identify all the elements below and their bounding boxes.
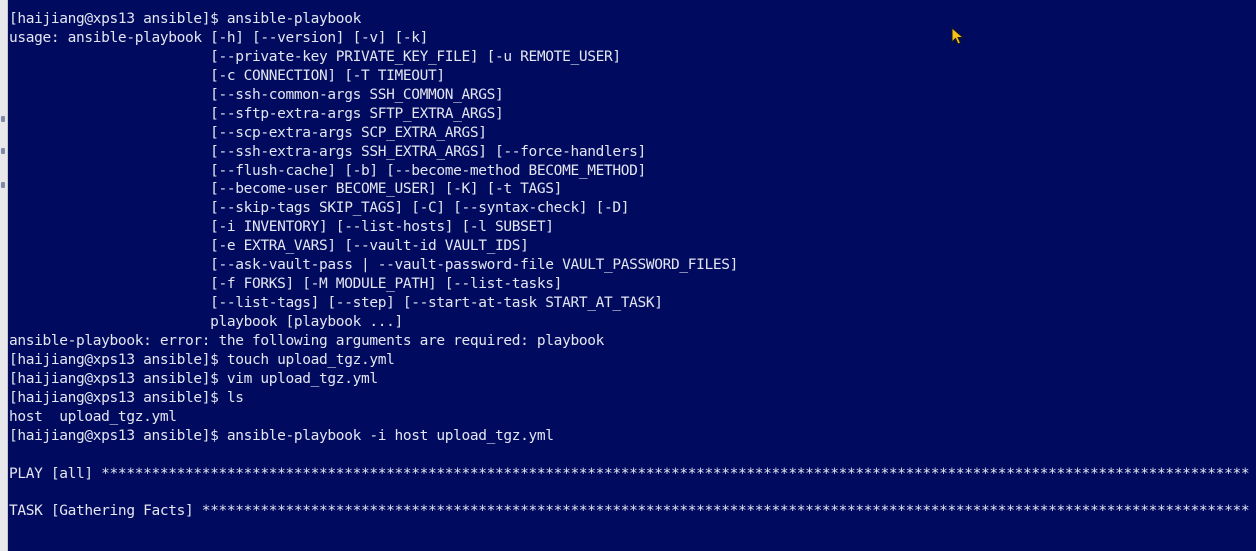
terminal-line: host upload_tgz.yml bbox=[9, 408, 177, 425]
edge-marker bbox=[1, 116, 5, 122]
terminal-line: TASK [Gathering Facts] *****************… bbox=[9, 503, 1250, 520]
terminal-line: playbook [playbook ...] bbox=[9, 314, 403, 330]
terminal-line: [--list-tags] [--step] [--start-at-task … bbox=[9, 295, 663, 312]
terminal-line: PLAY [all] *****************************… bbox=[9, 465, 1250, 482]
edge-marker bbox=[1, 182, 5, 188]
terminal-line: [--ssh-common-args SSH_COMMON_ARGS] bbox=[9, 86, 504, 103]
terminal-line: [haijiang@xps13 ansible]$ vim upload_tgz… bbox=[9, 370, 378, 387]
terminal-line: [--private-key PRIVATE_KEY_FILE] [-u REM… bbox=[9, 48, 621, 65]
terminal-line: [haijiang@xps13 ansible]$ ansible-playbo… bbox=[9, 427, 554, 444]
terminal-output[interactable]: [haijiang@xps13 ansible]$ ansible-playbo… bbox=[8, 0, 1256, 551]
terminal-line: [--scp-extra-args SCP_EXTRA_ARGS] bbox=[9, 124, 487, 141]
terminal-line: ansible-playbook: error: the following a… bbox=[9, 332, 604, 349]
desktop-left-edge bbox=[0, 0, 8, 551]
edge-marker bbox=[1, 148, 5, 154]
terminal-lines: [haijiang@xps13 ansible]$ ansible-playbo… bbox=[9, 10, 1256, 521]
terminal-line: [--skip-tags SKIP_TAGS] [-C] [--syntax-c… bbox=[9, 200, 630, 217]
terminal-line: [-i INVENTORY] [--list-hosts] [-l SUBSET… bbox=[9, 219, 554, 236]
terminal-line: [-f FORKS] [-M MODULE_PATH] [--list-task… bbox=[9, 276, 563, 293]
terminal-line: [-e EXTRA_VARS] [--vault-id VAULT_IDS] bbox=[9, 238, 529, 255]
terminal-line: [--sftp-extra-args SFTP_EXTRA_ARGS] bbox=[9, 105, 504, 122]
terminal-line: [haijiang@xps13 ansible]$ ls bbox=[9, 389, 244, 406]
terminal-line: [haijiang@xps13 ansible]$ ansible-playbo… bbox=[9, 11, 361, 27]
terminal-line: [--ask-vault-pass | --vault-password-fil… bbox=[9, 257, 739, 274]
terminal-line: [--become-user BECOME_USER] [-K] [-t TAG… bbox=[9, 181, 563, 198]
terminal-line: [--ssh-extra-args SSH_EXTRA_ARGS] [--for… bbox=[9, 143, 646, 160]
terminal-line: usage: ansible-playbook [-h] [--version]… bbox=[9, 29, 428, 46]
terminal-window: [haijiang@xps13 ansible]$ ansible-playbo… bbox=[0, 0, 1256, 551]
terminal-line: [-c CONNECTION] [-T TIMEOUT] bbox=[9, 67, 445, 84]
terminal-line: [haijiang@xps13 ansible]$ touch upload_t… bbox=[9, 351, 395, 368]
terminal-line: [--flush-cache] [-b] [--become-method BE… bbox=[9, 162, 646, 179]
mouse-pointer-icon bbox=[951, 27, 965, 45]
